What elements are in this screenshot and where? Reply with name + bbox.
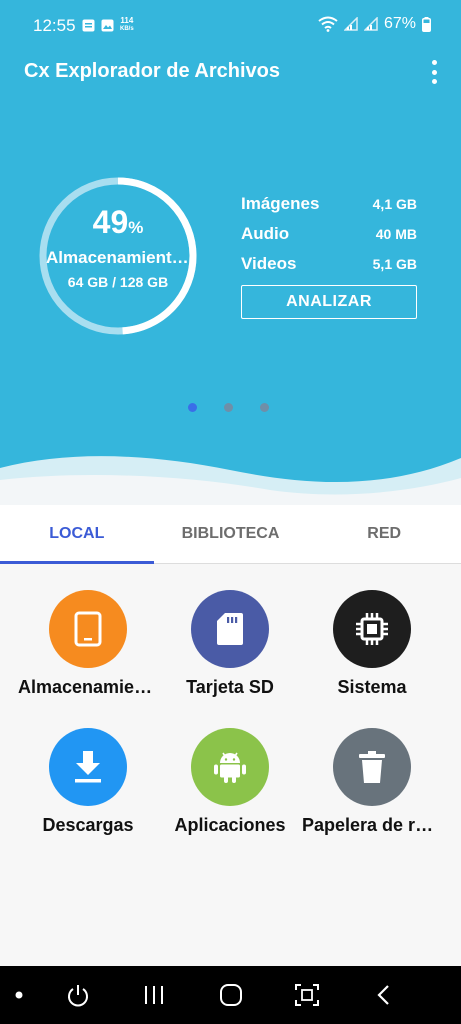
stat-value: 4,1 GB [372, 196, 417, 212]
tab-network[interactable]: RED [307, 505, 461, 563]
stat-videos: Videos 5,1 GB [241, 252, 417, 282]
location-sd-card[interactable]: Tarjeta SD [159, 580, 301, 698]
screenshot-icon[interactable] [294, 983, 320, 1007]
wave-decoration [0, 456, 461, 505]
trash-icon [333, 728, 411, 806]
download-icon [49, 728, 127, 806]
location-internal-storage[interactable]: Almacenamiento interno [17, 580, 159, 698]
signal-icon [343, 17, 358, 31]
gallery-notification-icon [101, 19, 114, 31]
location-label: Papelera de reciclaje [302, 815, 442, 835]
media-stats: Imágenes 4,1 GB Audio 40 MB Videos 5,1 GB [241, 192, 417, 282]
tab-local[interactable]: LOCAL [0, 505, 154, 564]
status-bar: 12:55 114 KB/s 67% [0, 0, 461, 50]
more-vert-icon[interactable] [429, 60, 439, 84]
home-icon[interactable] [219, 983, 243, 1007]
app-title: Cx Explorador de Archivos [24, 60, 280, 82]
stat-images: Imágenes 4,1 GB [241, 192, 417, 222]
location-downloads[interactable]: Descargas [17, 718, 159, 836]
stat-name: Videos [241, 254, 297, 273]
page-dot-1[interactable] [188, 403, 197, 412]
network-speed: 114 KB/s [120, 16, 134, 33]
page-indicator [188, 403, 269, 412]
location-system[interactable]: Sistema [301, 580, 443, 698]
tablet-icon [49, 590, 127, 668]
back-icon[interactable] [374, 983, 392, 1007]
tab-bar: LOCAL BIBLIOTECA RED [0, 505, 461, 564]
location-label: Aplicaciones [174, 815, 286, 835]
storage-summary[interactable]: 49% Almacenamiento interno 64 GB / 128 G… [38, 176, 198, 336]
recents-icon[interactable] [143, 983, 165, 1007]
system-nav-bar [0, 966, 461, 1024]
location-label: Almacenamiento interno [18, 677, 158, 697]
android-icon [191, 728, 269, 806]
page-dot-3[interactable] [260, 403, 269, 412]
stat-value: 5,1 GB [372, 256, 417, 272]
storage-percent: 49% [92, 204, 144, 240]
notification-icon [82, 19, 95, 31]
battery-percent: 67% [383, 15, 416, 32]
location-label: Tarjeta SD [186, 677, 274, 697]
battery-icon [422, 16, 431, 32]
stat-value: 40 MB [375, 226, 417, 242]
location-recycle-bin[interactable]: Papelera de reciclaje [301, 718, 443, 836]
stat-name: Audio [241, 224, 290, 243]
status-time: 12:55 [33, 16, 76, 35]
storage-label: Almacenamiento interno [46, 248, 190, 267]
location-label: Descargas [42, 815, 134, 835]
location-apps[interactable]: Aplicaciones [159, 718, 301, 836]
chip-icon [333, 590, 411, 668]
stat-audio: Audio 40 MB [241, 222, 417, 252]
stat-name: Imágenes [241, 194, 320, 213]
power-icon[interactable] [65, 983, 91, 1009]
analyze-button[interactable]: ANALIZAR [241, 285, 417, 319]
tab-library[interactable]: BIBLIOTECA [154, 505, 308, 563]
storage-header: 12:55 114 KB/s 67% Cx Explorador de Archi… [0, 0, 461, 505]
dot-icon [15, 991, 23, 999]
page-dot-2[interactable] [224, 403, 233, 412]
location-label: Sistema [337, 677, 407, 697]
sd-card-icon [191, 590, 269, 668]
storage-usage: 64 GB / 128 GB [67, 274, 169, 290]
wifi-icon [318, 16, 338, 32]
signal-icon-2 [363, 17, 378, 31]
location-grid: Almacenamiento interno Tarjeta SD Sistem… [0, 580, 461, 836]
